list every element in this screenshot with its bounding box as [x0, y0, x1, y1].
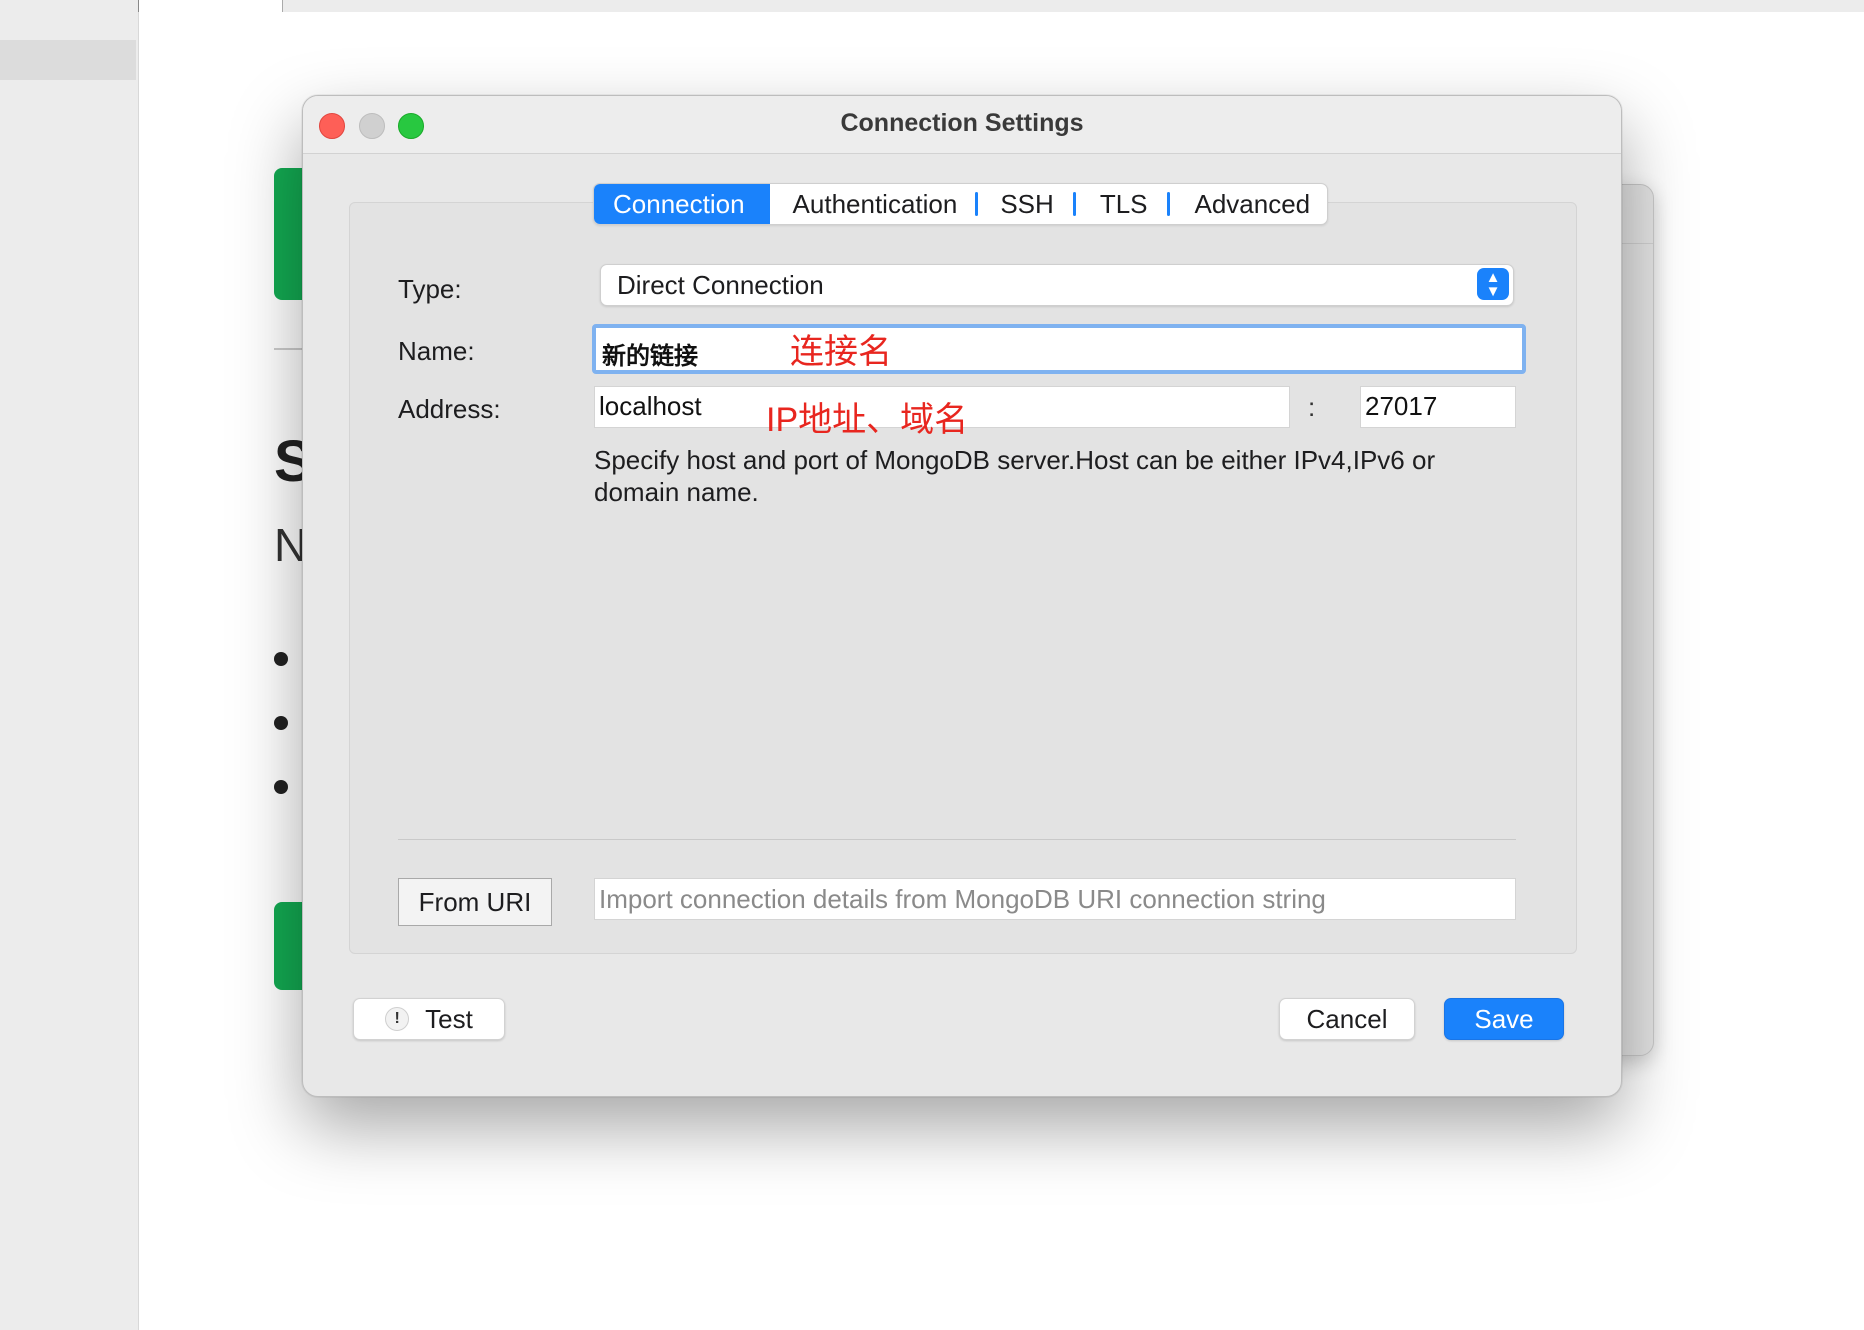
tab-ssh[interactable]: SSH — [978, 184, 1077, 224]
warning-icon: ! — [385, 1007, 410, 1032]
cancel-button[interactable]: Cancel — [1279, 998, 1415, 1040]
background-top-divider — [138, 0, 283, 12]
type-select[interactable]: Direct Connection ▲ ▼ — [600, 264, 1514, 306]
port-input-value: 27017 — [1365, 391, 1438, 421]
address-label: Address: — [398, 394, 501, 424]
dialog-title: Connection Settings — [840, 109, 1084, 137]
uri-input[interactable]: Import connection details from MongoDB U… — [594, 878, 1516, 920]
port-separator: : — [1308, 392, 1316, 422]
test-button[interactable]: ! Test — [353, 998, 505, 1040]
name-input-value: 新的链接 — [602, 343, 698, 370]
name-input[interactable]: 新的链接 — [592, 324, 1526, 374]
address-help-text: Specify host and port of MongoDB server.… — [594, 445, 1436, 507]
save-button[interactable]: Save — [1444, 998, 1564, 1040]
uri-input-placeholder: Import connection details from MongoDB U… — [599, 884, 1326, 914]
background-bullet — [274, 780, 288, 794]
address-annotation: IP地址、域名 — [766, 401, 969, 439]
uri-divider — [398, 839, 1516, 840]
type-label: Type: — [398, 274, 462, 304]
background-bullet — [274, 716, 288, 730]
tab-tls[interactable]: TLS — [1076, 184, 1170, 224]
background-sidebar-selected-item[interactable] — [0, 40, 136, 80]
settings-tabs: Connection Authentication SSH TLS Advanc… — [593, 183, 1329, 225]
settings-panel — [349, 202, 1577, 954]
from-uri-button[interactable]: From URI — [398, 878, 552, 926]
dialog-titlebar: Connection Settings — [303, 96, 1621, 154]
background-sidebar — [0, 0, 139, 1330]
chevron-up-down-icon[interactable]: ▲ ▼ — [1477, 268, 1509, 300]
type-select-value: Direct Connection — [617, 270, 824, 300]
tab-advanced[interactable]: Advanced — [1170, 184, 1328, 224]
name-label: Name: — [398, 336, 475, 366]
test-button-label: Test — [425, 1004, 473, 1034]
tab-authentication[interactable]: Authentication — [770, 184, 979, 224]
background-bullet — [274, 652, 288, 666]
port-input[interactable]: 27017 — [1360, 386, 1516, 428]
connection-settings-dialog: Connection Settings Connection Authentic… — [302, 95, 1622, 1097]
address-input-value: localhost — [599, 391, 702, 421]
background-top-bar — [282, 0, 1864, 12]
tab-connection[interactable]: Connection — [594, 184, 770, 224]
name-annotation: 连接名 — [790, 333, 892, 371]
